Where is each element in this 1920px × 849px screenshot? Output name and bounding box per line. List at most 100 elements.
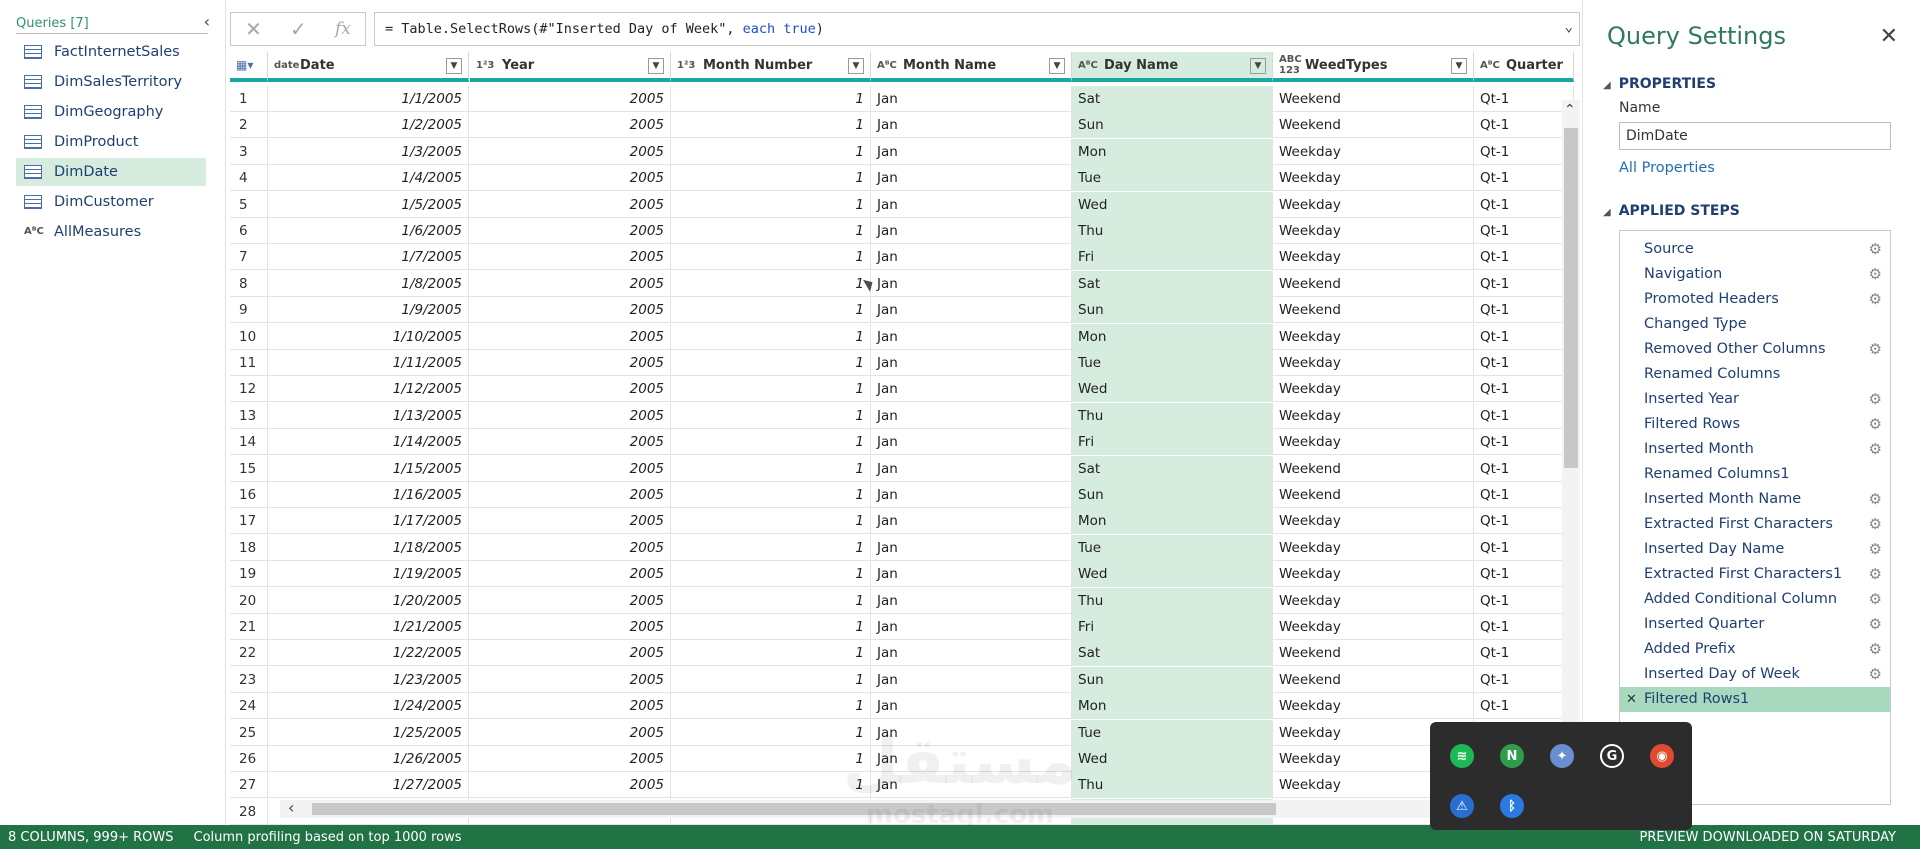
- cell-month-name[interactable]: Jan: [871, 561, 1072, 588]
- network-tool-icon[interactable]: ✦: [1550, 744, 1574, 768]
- cell-year[interactable]: 2005: [470, 429, 671, 456]
- column-filter-dropdown-icon[interactable]: ▼: [648, 58, 664, 74]
- cell-weedtypes[interactable]: Weekend: [1273, 86, 1474, 112]
- cell-quarter[interactable]: Qt-1: [1474, 429, 1574, 456]
- cell-month-number[interactable]: 1: [671, 508, 871, 535]
- cell-date[interactable]: 1/18/2005: [268, 534, 469, 561]
- cell-date[interactable]: 1/20/2005: [268, 587, 469, 614]
- cell-month-number[interactable]: 1: [671, 614, 871, 640]
- gear-icon[interactable]: ⚙: [1869, 637, 1882, 662]
- column-filter-dropdown-icon[interactable]: ▼: [848, 58, 864, 74]
- cell-year[interactable]: 2005: [470, 138, 671, 165]
- cell-day-name[interactable]: Thu: [1072, 218, 1273, 244]
- cell-month-name[interactable]: Jan: [871, 165, 1072, 192]
- vertical-scrollbar[interactable]: ⌃: [1562, 100, 1580, 800]
- applied-step-filtered-rows1[interactable]: ✕ Filtered Rows1: [1620, 687, 1890, 712]
- all-properties-link[interactable]: All Properties: [1619, 160, 1715, 176]
- cell-day-name[interactable]: Sat: [1072, 640, 1273, 667]
- row-number[interactable]: 4: [230, 165, 268, 192]
- row-number[interactable]: 3: [230, 138, 268, 165]
- cell-month-number[interactable]: 1: [671, 561, 871, 588]
- cell-date[interactable]: 1/5/2005: [268, 191, 469, 218]
- cell-date[interactable]: 1/2/2005: [268, 112, 469, 139]
- cell-weedtypes[interactable]: Weekday: [1273, 693, 1474, 720]
- cell-quarter[interactable]: Qt-1: [1474, 376, 1574, 403]
- cell-month-name[interactable]: Jan: [871, 376, 1072, 403]
- cell-weedtypes[interactable]: Weekend: [1273, 455, 1474, 482]
- applied-steps-section-header[interactable]: ◢ APPLIED STEPS: [1603, 203, 1740, 219]
- table-row[interactable]: 6 1/6/2005 2005 1 Jan Thu Weekday Qt-1: [230, 218, 1574, 244]
- query-name-input[interactable]: DimDate: [1619, 122, 1891, 150]
- row-number[interactable]: 14: [230, 429, 268, 456]
- row-number[interactable]: 6: [230, 218, 268, 244]
- cell-quarter[interactable]: Qt-1: [1474, 244, 1574, 271]
- column-filter-dropdown-icon[interactable]: ▼: [1250, 58, 1266, 74]
- cell-weedtypes[interactable]: Weekday: [1273, 534, 1474, 561]
- cell-day-name[interactable]: Wed: [1072, 191, 1273, 218]
- row-number[interactable]: 20: [230, 587, 268, 614]
- cell-date[interactable]: 1/16/2005: [268, 482, 469, 508]
- cell-date[interactable]: 1/19/2005: [268, 561, 469, 588]
- cell-date[interactable]: 1/6/2005: [268, 218, 469, 244]
- cell-date[interactable]: 1/15/2005: [268, 455, 469, 482]
- cell-date[interactable]: 1/25/2005: [268, 719, 469, 746]
- applied-step-extracted-first-characters1[interactable]: Extracted First Characters1 ⚙: [1620, 562, 1890, 587]
- cell-weedtypes[interactable]: Weekend: [1273, 270, 1474, 297]
- gear-icon[interactable]: ⚙: [1869, 387, 1882, 412]
- row-number[interactable]: 10: [230, 323, 268, 350]
- applied-step-promoted-headers[interactable]: Promoted Headers ⚙: [1620, 287, 1890, 312]
- cell-year[interactable]: 2005: [470, 350, 671, 376]
- cell-day-name[interactable]: Fri: [1072, 614, 1273, 640]
- cell-month-number[interactable]: 1: [671, 482, 871, 508]
- cell-day-name[interactable]: Sun: [1072, 112, 1273, 139]
- cell-month-number[interactable]: 1: [671, 376, 871, 403]
- cell-year[interactable]: 2005: [470, 746, 671, 772]
- cell-date[interactable]: 1/4/2005: [268, 165, 469, 192]
- row-number[interactable]: 22: [230, 640, 268, 667]
- column-filter-dropdown-icon[interactable]: ▼: [446, 58, 462, 74]
- cell-quarter[interactable]: Qt-1: [1474, 297, 1574, 324]
- cell-month-number[interactable]: 1: [671, 191, 871, 218]
- column-header-weedtypes[interactable]: ABC 123 WeedTypes ▼: [1273, 52, 1474, 82]
- scroll-up-icon[interactable]: ⌃: [1564, 102, 1576, 118]
- applied-step-filtered-rows[interactable]: Filtered Rows ⚙: [1620, 412, 1890, 437]
- cell-day-name[interactable]: Mon: [1072, 138, 1273, 165]
- row-number[interactable]: 24: [230, 693, 268, 720]
- close-icon[interactable]: ✕: [1880, 24, 1898, 49]
- cell-day-name[interactable]: Fri: [1072, 244, 1273, 271]
- cell-month-number[interactable]: 1: [671, 640, 871, 667]
- cell-quarter[interactable]: Qt-1: [1474, 455, 1574, 482]
- table-row[interactable]: 16 1/16/2005 2005 1 Jan Sun Weekend Qt-1: [230, 482, 1574, 508]
- column-header-quarter[interactable]: AᴮC Quarter: [1474, 52, 1574, 82]
- cell-weedtypes[interactable]: Weekend: [1273, 297, 1474, 324]
- cell-month-name[interactable]: Jan: [871, 112, 1072, 139]
- cell-month-name[interactable]: Jan: [871, 429, 1072, 456]
- row-number[interactable]: 11: [230, 350, 268, 376]
- expand-formula-icon[interactable]: ⌄: [1565, 19, 1573, 35]
- cell-month-number[interactable]: 1: [671, 86, 871, 112]
- cell-day-name[interactable]: Tue: [1072, 350, 1273, 376]
- column-type-icon[interactable]: AᴮC: [877, 60, 897, 71]
- cell-month-number[interactable]: 1: [671, 350, 871, 376]
- column-filter-dropdown-icon[interactable]: ▼: [1049, 58, 1065, 74]
- confirm-icon[interactable]: ✓: [290, 17, 307, 41]
- table-row[interactable]: 19 1/19/2005 2005 1 Jan Wed Weekday Qt-1: [230, 561, 1574, 588]
- gear-icon[interactable]: ⚙: [1869, 612, 1882, 637]
- row-number[interactable]: 13: [230, 402, 268, 429]
- cell-weedtypes[interactable]: Weekday: [1273, 429, 1474, 456]
- row-number[interactable]: 27: [230, 772, 268, 799]
- cell-date[interactable]: 1/1/2005: [268, 86, 469, 112]
- cell-weedtypes[interactable]: Weekday: [1273, 165, 1474, 192]
- applied-step-inserted-month[interactable]: Inserted Month ⚙: [1620, 437, 1890, 462]
- cell-year[interactable]: 2005: [470, 640, 671, 667]
- cell-quarter[interactable]: Qt-1: [1474, 350, 1574, 376]
- cell-day-name[interactable]: Sun: [1072, 666, 1273, 693]
- row-number[interactable]: 16: [230, 482, 268, 508]
- cell-day-name[interactable]: Mon: [1072, 508, 1273, 535]
- table-row[interactable]: 12 1/12/2005 2005 1 Jan Wed Weekday Qt-1: [230, 376, 1574, 403]
- cell-day-name[interactable]: Tue: [1072, 534, 1273, 561]
- cell-quarter[interactable]: Qt-1: [1474, 323, 1574, 350]
- cell-date[interactable]: 1/13/2005: [268, 402, 469, 429]
- table-row[interactable]: 7 1/7/2005 2005 1 Jan Fri Weekday Qt-1: [230, 244, 1574, 271]
- cell-month-number[interactable]: 1: [671, 218, 871, 244]
